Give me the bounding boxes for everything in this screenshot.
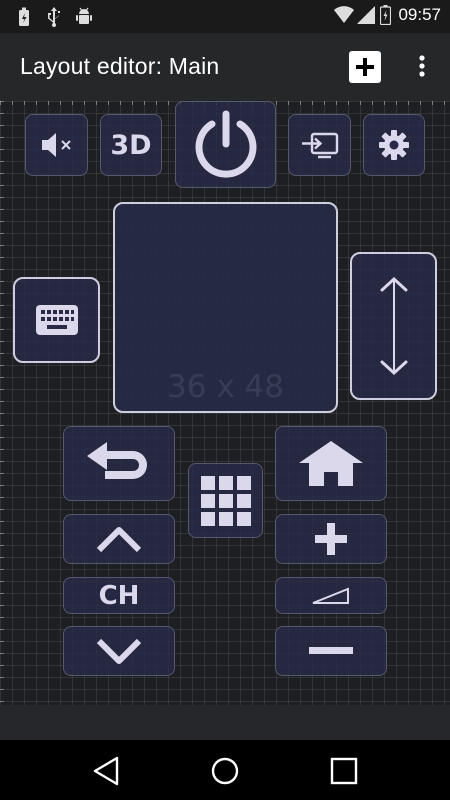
touchpad-area[interactable]: 36 x 48 [113, 202, 338, 413]
scroll-button[interactable] [350, 252, 437, 400]
more-vert-icon [419, 55, 425, 77]
plus-icon [356, 58, 374, 76]
grid-icon [200, 475, 251, 526]
volume-wedge-icon [312, 587, 349, 604]
input-source-icon [301, 132, 338, 159]
home-button[interactable] [275, 426, 387, 501]
android-debug-icon [76, 7, 92, 24]
minus-icon [309, 647, 353, 654]
overflow-menu-button[interactable] [411, 51, 433, 83]
channel-up-button[interactable] [63, 514, 175, 564]
volume-label-button[interactable] [275, 577, 387, 614]
power-icon [195, 110, 256, 178]
page-title: Layout editor: Main [20, 53, 220, 79]
add-button[interactable] [349, 51, 381, 83]
app-bar: Layout editor: Main [0, 33, 450, 101]
three-d-label: 3D [110, 129, 152, 161]
touchpad-size-label: 36 x 48 [167, 369, 284, 405]
channel-down-button[interactable] [63, 626, 175, 676]
channel-label-button[interactable]: CH [63, 577, 175, 614]
battery-icon [380, 5, 391, 25]
mute-icon [41, 133, 71, 157]
battery-saver-icon [19, 7, 29, 26]
settings-button[interactable] [363, 114, 425, 176]
input-source-button[interactable] [288, 114, 351, 176]
chevron-up-icon [96, 527, 142, 553]
gear-icon [379, 130, 409, 160]
volume-up-button[interactable] [275, 514, 387, 564]
volume-down-button[interactable] [275, 626, 387, 676]
editor-bottom-strip [0, 705, 450, 740]
ruler-left [0, 101, 4, 705]
power-button[interactable] [175, 101, 276, 188]
keyboard-icon [35, 305, 78, 335]
wifi-icon [334, 6, 354, 23]
usb-icon [48, 7, 60, 27]
keyboard-button[interactable] [13, 277, 100, 363]
home-icon [299, 440, 363, 486]
apps-button[interactable] [188, 463, 263, 538]
nav-home-icon [211, 757, 239, 785]
plus-icon [315, 523, 347, 555]
channel-label: CH [98, 580, 140, 611]
nav-recents-icon [330, 757, 358, 785]
back-button[interactable] [63, 426, 175, 501]
signal-icon [357, 6, 375, 24]
system-nav-bar [0, 740, 450, 800]
three-d-button[interactable]: 3D [100, 114, 162, 176]
back-icon [87, 441, 147, 479]
nav-back-icon [93, 756, 119, 786]
scroll-updown-icon [380, 276, 407, 376]
chevron-down-icon [96, 638, 142, 664]
status-time: 09:57 [398, 5, 441, 24]
nav-back-button[interactable] [90, 754, 124, 788]
status-bar: 09:57 [0, 0, 450, 33]
nav-home-button[interactable] [208, 754, 242, 788]
mute-button[interactable] [25, 114, 88, 176]
nav-recents-button[interactable] [327, 754, 361, 788]
